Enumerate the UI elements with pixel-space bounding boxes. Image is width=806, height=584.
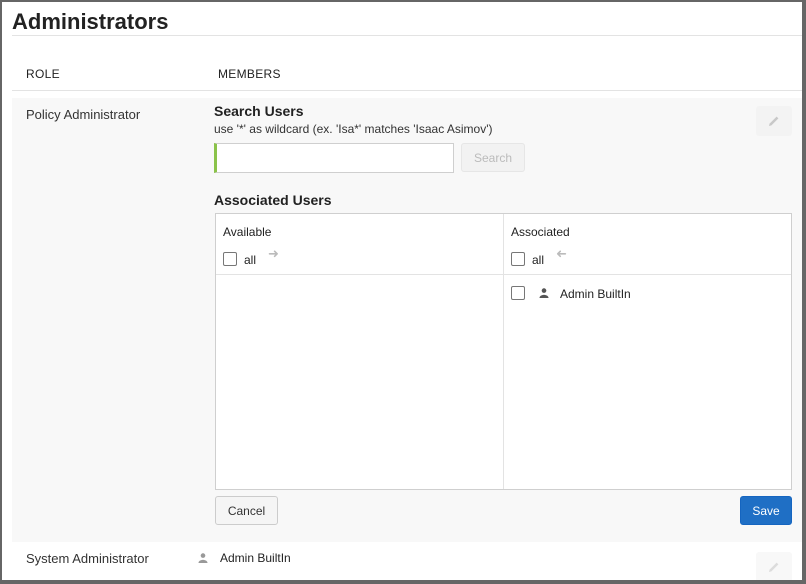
available-label: Available bbox=[223, 225, 272, 239]
search-button[interactable]: Search bbox=[461, 143, 525, 172]
header-divider bbox=[12, 90, 802, 91]
member-name: Admin BuiltIn bbox=[220, 551, 291, 565]
available-pane: Available all ➜ bbox=[216, 214, 504, 489]
edit-button[interactable] bbox=[756, 552, 792, 580]
arrow-right-icon[interactable]: ➜ bbox=[268, 246, 279, 262]
role-name: Policy Administrator bbox=[26, 107, 141, 122]
cancel-button[interactable]: Cancel bbox=[215, 496, 278, 525]
search-hint: use '*' as wildcard (ex. 'Isa*' matches … bbox=[214, 122, 493, 136]
column-header-role: ROLE bbox=[26, 67, 60, 81]
edit-button[interactable] bbox=[756, 106, 792, 136]
pencil-icon bbox=[769, 116, 779, 126]
associated-pane: Associated all ➜ Admin BuiltIn bbox=[504, 214, 791, 489]
user-icon bbox=[539, 288, 549, 298]
select-all-associated-checkbox[interactable] bbox=[511, 252, 525, 266]
select-all-available-checkbox[interactable] bbox=[223, 252, 237, 266]
associated-pane-header: Associated all ➜ bbox=[504, 214, 791, 275]
search-users-input[interactable] bbox=[214, 143, 454, 173]
associated-label: Associated bbox=[511, 225, 570, 239]
user-icon bbox=[198, 553, 208, 563]
role-name: System Administrator bbox=[26, 551, 149, 566]
associated-users-title: Associated Users bbox=[214, 192, 332, 208]
select-all-associated-label: all bbox=[532, 253, 545, 267]
arrow-left-icon[interactable]: ➜ bbox=[556, 246, 567, 262]
pencil-icon bbox=[769, 562, 779, 572]
title-divider bbox=[12, 35, 802, 36]
page-title: Administrators bbox=[12, 9, 169, 34]
user-picker: Available all ➜ Associated all ➜ Admin B… bbox=[215, 213, 792, 490]
column-header-members: MEMBERS bbox=[218, 67, 281, 81]
user-checkbox[interactable] bbox=[511, 286, 525, 300]
select-all-available-label: all bbox=[244, 253, 257, 267]
administrators-window: Administrators ROLE MEMBERS Policy Admin… bbox=[2, 2, 802, 580]
available-pane-header: Available all ➜ bbox=[216, 214, 503, 275]
save-button[interactable]: Save bbox=[740, 496, 792, 525]
search-users-title: Search Users bbox=[214, 103, 304, 119]
role-row-policy-administrator: Policy Administrator Search Users use '*… bbox=[12, 98, 802, 542]
user-name: Admin BuiltIn bbox=[560, 287, 631, 301]
